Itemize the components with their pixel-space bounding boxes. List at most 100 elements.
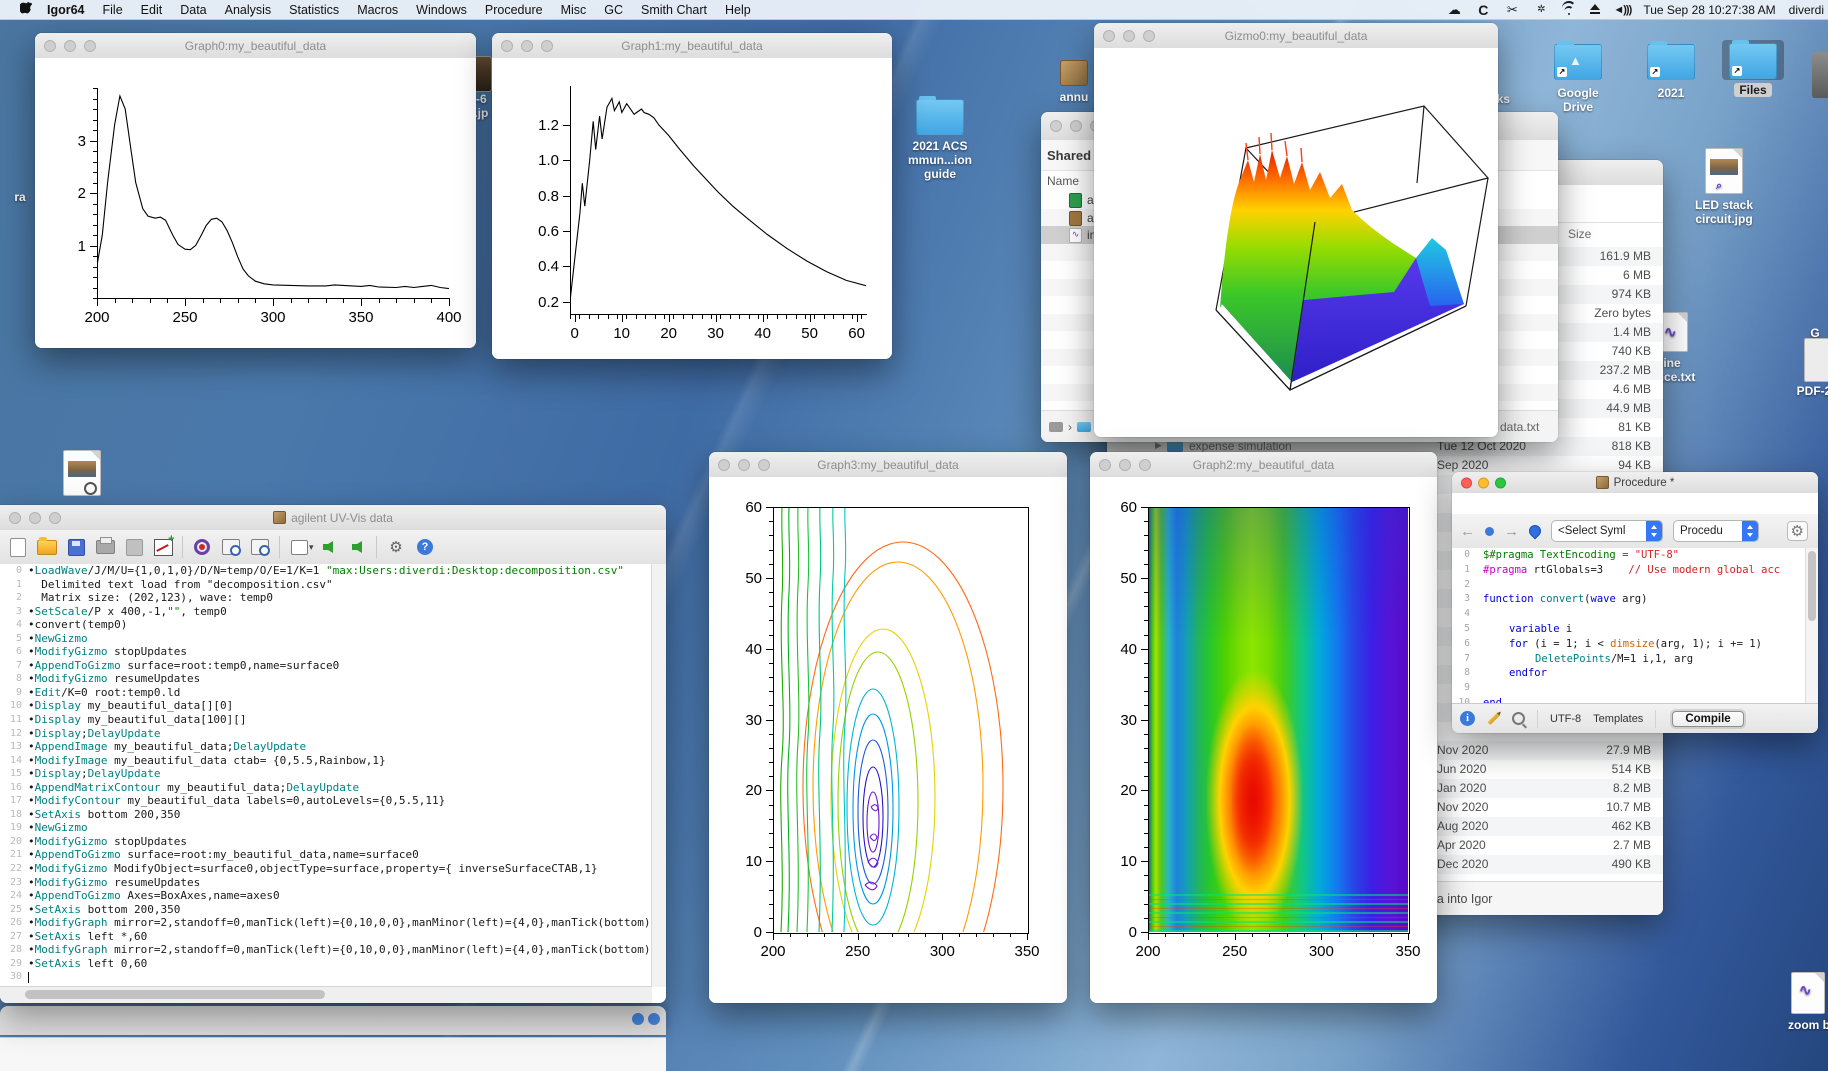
command-line[interactable]: 0•LoadWave/J/M/U={1,0,1,0}/D/N=temp/O/E=… [0, 564, 652, 578]
new-graph-icon[interactable] [153, 538, 173, 556]
desktop-icon-clipped[interactable] [1812, 52, 1828, 98]
command-line[interactable]: 16•AppendMatrixContour my_beautiful_data… [0, 781, 652, 795]
command-line[interactable]: 4•convert(temp0) [0, 618, 652, 632]
column-header-name[interactable]: Name [1047, 174, 1079, 188]
back-arrow-icon[interactable]: ← [1460, 523, 1475, 540]
command-line[interactable]: 5•NewGizmo [0, 632, 652, 646]
desktop-icon-acs-folder[interactable]: 2021 ACS mmun...ion guide [905, 99, 975, 181]
command-line[interactable]: 26•ModifyGraph mirror=2,standoff=0,manTi… [0, 916, 652, 930]
procedure-line[interactable]: 9 [1452, 681, 1806, 696]
graph0-titlebar[interactable]: Graph0:my_beautiful_data [35, 33, 476, 59]
encoding-label[interactable]: UTF-8 [1550, 713, 1581, 725]
desktop-icon-led-jpg[interactable]: ⌕ LED stack circuit.jpg [1688, 148, 1760, 226]
command-line[interactable]: 11•Display my_beautiful_data[100][] [0, 713, 652, 727]
command-line[interactable]: 14•ModifyImage my_beautiful_data ctab= {… [0, 754, 652, 768]
menu-item-misc[interactable]: Misc [552, 3, 596, 17]
gizmo-3d-view[interactable] [1094, 48, 1498, 437]
window-controls[interactable] [1103, 30, 1155, 42]
desktop-icon-zoom-file[interactable]: ∿ zoom b [1788, 972, 1828, 1032]
command-line[interactable]: 8•ModifyGizmo resumeUpdates [0, 672, 652, 686]
graph1-plot-area[interactable]: 01020304050600.20.40.60.81.01.2 [492, 58, 892, 359]
procedure-line[interactable]: 7DeletePoints/M=1 i,1, arg [1452, 652, 1806, 667]
command-line[interactable]: 30 [0, 970, 652, 984]
c-app-icon[interactable]: C [1475, 2, 1491, 17]
menu-item-help[interactable]: Help [716, 3, 760, 17]
menu-item-windows[interactable]: Windows [407, 3, 476, 17]
desktop-icon-google-drive[interactable]: ▲↗ Google Drive [1545, 44, 1611, 114]
scroll-button[interactable] [632, 1013, 644, 1025]
vertical-scrollbar[interactable] [1805, 548, 1818, 712]
menu-item-statistics[interactable]: Statistics [280, 3, 348, 17]
open-icon[interactable] [37, 538, 57, 556]
command-line[interactable]: 10•Display my_beautiful_data[][0] [0, 699, 652, 713]
location-pin-icon[interactable] [1527, 523, 1544, 540]
help-icon[interactable]: ? [415, 538, 435, 556]
window-controls[interactable] [9, 512, 61, 524]
procedure-titlebar[interactable]: Procedure * [1452, 472, 1818, 494]
command-line[interactable]: 7•AppendToGizmo surface=root:temp0,name=… [0, 659, 652, 673]
info-icon[interactable]: i [1460, 711, 1475, 726]
volume-icon[interactable]: ◄))) [1614, 2, 1630, 17]
procedure-line[interactable]: 3function convert(wave arg) [1452, 592, 1806, 607]
settings-gear-icon[interactable]: ⚙ [1787, 521, 1808, 541]
templates-button[interactable]: Templates [1593, 713, 1643, 725]
new-experiment-icon[interactable] [8, 538, 28, 556]
command-line[interactable]: 25•SetAxis bottom 200,350 [0, 903, 652, 917]
window-browser-icon[interactable] [250, 538, 270, 556]
scrollbar-thumb[interactable] [1808, 551, 1816, 621]
search-icon[interactable] [1512, 712, 1525, 725]
menu-item-macros[interactable]: Macros [348, 3, 407, 17]
desktop-icon-files[interactable]: ↗ Files [1722, 40, 1784, 97]
procedure-line[interactable]: 0$#pragma TextEncoding = "UTF-8" [1452, 548, 1806, 563]
window-controls[interactable] [44, 40, 96, 52]
menu-item-analysis[interactable]: Analysis [216, 3, 281, 17]
bluetooth-icon[interactable]: ✲ [1533, 2, 1549, 17]
scroll-button[interactable] [648, 1013, 660, 1025]
menu-user[interactable]: diverdi [1789, 3, 1824, 17]
menu-item-edit[interactable]: Edit [132, 3, 172, 17]
vertical-scrollbar[interactable] [651, 564, 666, 987]
menu-item-smith-chart[interactable]: Smith Chart [632, 3, 716, 17]
scrollbar-thumb[interactable] [25, 990, 325, 999]
symbol-dropdown[interactable]: <Select Syml [1551, 520, 1663, 542]
edit-pencil-icon[interactable] [1487, 712, 1499, 724]
command-line[interactable]: 21•AppendToGizmo surface=root:my_beautif… [0, 848, 652, 862]
command-line[interactable]: 28•ModifyGraph mirror=2,standoff=0,manTi… [0, 943, 652, 957]
column-header-size[interactable]: Size [1568, 227, 1591, 241]
apple-menu-icon[interactable] [14, 2, 38, 17]
command-line[interactable]: 17•ModifyContour my_beautiful_data label… [0, 794, 652, 808]
window-controls[interactable] [718, 459, 770, 471]
cloud-sync-icon[interactable]: ☁ [1446, 2, 1462, 17]
settings-gear-icon[interactable]: ⚙ [386, 538, 406, 556]
procedure-line[interactable]: 4 [1452, 607, 1806, 622]
command-line[interactable]: 6•ModifyGizmo stopUpdates [0, 645, 652, 659]
desktop-icon-image-doc[interactable] [52, 450, 112, 496]
compile-button[interactable]: Compile [1672, 711, 1743, 727]
command-history[interactable]: 0•LoadWave/J/M/U={1,0,1,0}/D/N=temp/O/E=… [0, 564, 652, 987]
desktop-icon-2021[interactable]: ↗ 2021 [1640, 44, 1702, 100]
command-line[interactable]: 22•ModifyGizmo ModifyObject=surface0,obj… [0, 862, 652, 876]
command-line[interactable]: 24•AppendToGizmo Axes=BoxAxes,name=axes0 [0, 889, 652, 903]
menu-clock[interactable]: Tue Sep 28 10:27:38 AM [1643, 3, 1775, 17]
graph2-plot-area[interactable]: 2002503003500102030405060 [1090, 477, 1437, 1003]
igor-help-icon[interactable] [192, 538, 212, 556]
procedure-line[interactable]: 6for (i = 1; i < dimsize(arg, 1); i += 1… [1452, 637, 1806, 652]
print-icon[interactable] [95, 538, 115, 556]
recall-all-commands-icon[interactable] [347, 538, 367, 556]
command-line[interactable]: 23•ModifyGizmo resumeUpdates [0, 876, 652, 890]
procedure-line[interactable]: 5variable i [1452, 622, 1806, 637]
menu-item-data[interactable]: Data [171, 3, 215, 17]
command-line[interactable]: 29•SetAxis left 0,60 [0, 957, 652, 971]
eject-icon[interactable] [1589, 4, 1601, 15]
command-line[interactable]: 20•ModifyGizmo stopUpdates [0, 835, 652, 849]
procedure-code[interactable]: 0$#pragma TextEncoding = "UTF-8"1#pragma… [1452, 548, 1806, 712]
procedure-line[interactable]: 8endfor [1452, 666, 1806, 681]
data-browser-icon[interactable] [221, 538, 241, 556]
bookmark-dot-icon[interactable] [1485, 527, 1494, 536]
procedure-line[interactable]: 2 [1452, 578, 1806, 593]
gizmo-titlebar[interactable]: Gizmo0:my_beautiful_data [1094, 23, 1498, 49]
desktop-icon-annu[interactable]: annu [1048, 60, 1100, 104]
procedure-target-dropdown[interactable]: Procedu [1673, 520, 1759, 542]
new-window-icon[interactable] [289, 538, 309, 556]
scissors-icon[interactable]: ✂ [1504, 2, 1520, 17]
